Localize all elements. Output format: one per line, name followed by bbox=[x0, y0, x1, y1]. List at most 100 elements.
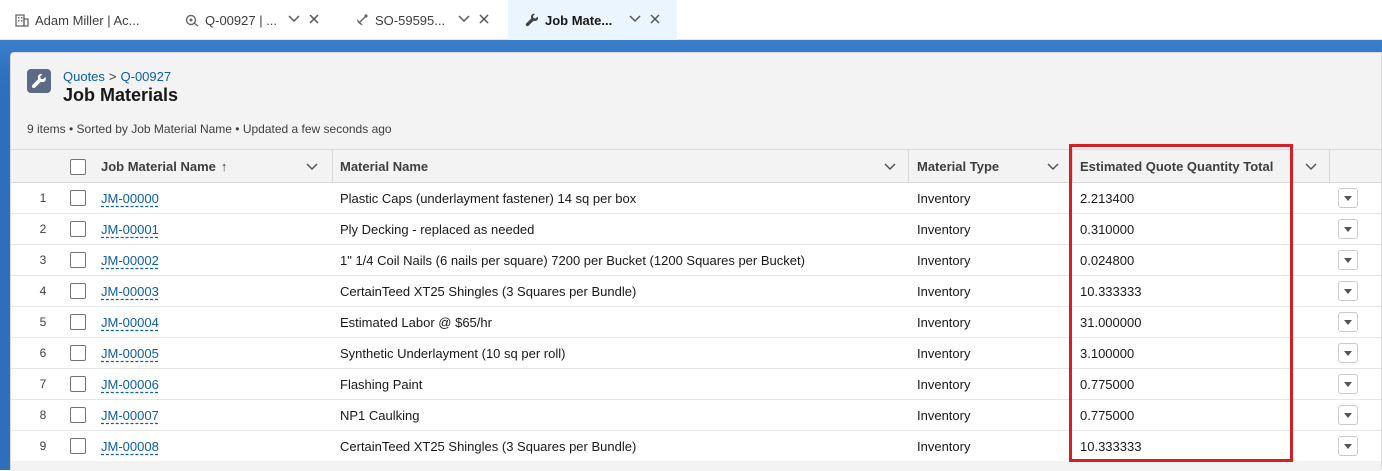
column-header-material-name[interactable]: Material Name bbox=[340, 150, 910, 183]
job-material-link[interactable]: JM-00005 bbox=[101, 346, 159, 361]
material-name-cell: CertainTeed XT25 Shingles (3 Squares per… bbox=[340, 283, 637, 299]
column-header-material-type[interactable]: Material Type bbox=[917, 150, 1072, 183]
estimated-quantity-cell: 10.333333 bbox=[1080, 283, 1142, 299]
material-type-cell: Inventory bbox=[917, 221, 971, 237]
row-select-checkbox[interactable] bbox=[70, 183, 86, 213]
tab-quote[interactable]: Q-00927 | ... bbox=[168, 0, 338, 40]
chevron-down-icon[interactable] bbox=[287, 12, 301, 26]
row-actions-button[interactable] bbox=[1338, 214, 1358, 244]
table-row: 3 JM-00002 1" 1/4 Coil Nails (6 nails pe… bbox=[11, 245, 1381, 276]
row-number: 6 bbox=[39, 346, 47, 360]
job-material-name-cell: JM-00003 bbox=[101, 276, 159, 306]
material-type-cell: Inventory bbox=[917, 190, 971, 206]
chevron-down-icon bbox=[1344, 195, 1352, 201]
column-divider[interactable] bbox=[1072, 150, 1073, 183]
chevron-down-icon bbox=[1344, 319, 1352, 325]
row-actions-button[interactable] bbox=[1338, 276, 1358, 306]
row-select-checkbox[interactable] bbox=[70, 307, 86, 337]
material-type-cell: Inventory bbox=[917, 376, 971, 392]
row-number: 8 bbox=[39, 408, 47, 422]
table-row: 8 JM-00007 NP1 Caulking Inventory 0.7750… bbox=[11, 400, 1381, 431]
row-select-checkbox[interactable] bbox=[70, 400, 86, 430]
job-material-name-cell: JM-00001 bbox=[101, 214, 159, 244]
column-header-estimated-quote-quantity-total[interactable]: Estimated Quote Quantity Total bbox=[1080, 150, 1330, 183]
column-divider[interactable] bbox=[1329, 150, 1330, 183]
chevron-down-icon[interactable] bbox=[1046, 160, 1060, 174]
estimated-quantity-cell: 0.024800 bbox=[1080, 252, 1135, 268]
row-actions-button[interactable] bbox=[1338, 245, 1358, 275]
chevron-down-icon[interactable] bbox=[457, 12, 471, 26]
row-actions-button[interactable] bbox=[1338, 183, 1358, 213]
chevron-down-icon bbox=[1344, 226, 1352, 232]
job-material-name-cell: JM-00002 bbox=[101, 245, 159, 275]
column-label: Job Material Name bbox=[101, 159, 216, 174]
job-material-link[interactable]: JM-00004 bbox=[101, 315, 159, 330]
row-select-checkbox[interactable] bbox=[70, 431, 86, 461]
table-row: 9 JM-00008 CertainTeed XT25 Shingles (3 … bbox=[11, 431, 1381, 462]
select-all-checkbox[interactable] bbox=[70, 150, 86, 183]
breadcrumb-separator: > bbox=[108, 69, 117, 84]
breadcrumb-record-link[interactable]: Q-00927 bbox=[121, 69, 172, 84]
table-row: 2 JM-00001 Ply Decking - replaced as nee… bbox=[11, 214, 1381, 245]
tab-job-materials[interactable]: Job Mate... bbox=[508, 0, 677, 40]
row-select-checkbox[interactable] bbox=[70, 338, 86, 368]
chevron-down-icon bbox=[1344, 381, 1352, 387]
tab-label: SO-59595... bbox=[375, 12, 446, 28]
job-material-link[interactable]: JM-00002 bbox=[101, 253, 159, 268]
row-actions-button[interactable] bbox=[1338, 338, 1358, 368]
row-select-checkbox[interactable] bbox=[70, 369, 86, 399]
material-type-cell: Inventory bbox=[917, 407, 971, 423]
estimated-quantity-cell: 31.000000 bbox=[1080, 314, 1142, 330]
job-material-link[interactable]: JM-00003 bbox=[101, 284, 159, 299]
estimated-quantity-cell: 2.213400 bbox=[1080, 190, 1135, 206]
job-material-link[interactable]: JM-00001 bbox=[101, 222, 159, 237]
row-actions-button[interactable] bbox=[1338, 307, 1358, 337]
chevron-down-icon[interactable] bbox=[305, 160, 319, 174]
tab-account[interactable]: Adam Miller | Ac... bbox=[0, 0, 168, 40]
row-select-checkbox[interactable] bbox=[70, 214, 86, 244]
job-material-link[interactable]: JM-00000 bbox=[101, 191, 159, 206]
estimated-quantity-cell: 3.100000 bbox=[1080, 345, 1135, 361]
row-number: 7 bbox=[39, 377, 47, 391]
related-list-card: Quotes > Q-00927 Job Materials 9 items • S… bbox=[10, 52, 1382, 471]
material-name-cell: 1" 1/4 Coil Nails (6 nails per square) 7… bbox=[340, 252, 805, 268]
row-number: 1 bbox=[39, 191, 47, 205]
column-header-job-material-name[interactable]: Job Material Name ↑ bbox=[101, 150, 331, 183]
job-material-name-cell: JM-00005 bbox=[101, 338, 159, 368]
column-divider[interactable] bbox=[908, 150, 909, 183]
tab-sales-order[interactable]: SO-59595... bbox=[338, 0, 508, 40]
material-name-cell: Estimated Labor @ $65/hr bbox=[340, 314, 492, 330]
close-icon[interactable] bbox=[477, 12, 491, 26]
close-icon[interactable] bbox=[307, 12, 321, 26]
job-material-link[interactable]: JM-00008 bbox=[101, 439, 159, 454]
breadcrumb-quotes-link[interactable]: Quotes bbox=[63, 69, 105, 84]
table-header: Job Material Name ↑ Material Name Materi… bbox=[11, 149, 1381, 183]
wrench-icon bbox=[27, 69, 51, 93]
job-material-link[interactable]: JM-00007 bbox=[101, 408, 159, 423]
material-type-cell: Inventory bbox=[917, 283, 971, 299]
row-number: 5 bbox=[39, 315, 47, 329]
row-number: 9 bbox=[39, 439, 47, 453]
estimated-quantity-cell: 0.775000 bbox=[1080, 407, 1135, 423]
material-type-cell: Inventory bbox=[917, 345, 971, 361]
table-row: 4 JM-00003 CertainTeed XT25 Shingles (3 … bbox=[11, 276, 1381, 307]
satellite-icon bbox=[354, 12, 370, 28]
row-actions-button[interactable] bbox=[1338, 369, 1358, 399]
job-material-link[interactable]: JM-00006 bbox=[101, 377, 159, 392]
row-actions-button[interactable] bbox=[1338, 431, 1358, 461]
chevron-down-icon[interactable] bbox=[883, 160, 897, 174]
job-material-name-cell: JM-00006 bbox=[101, 369, 159, 399]
row-select-checkbox[interactable] bbox=[70, 245, 86, 275]
row-select-checkbox[interactable] bbox=[70, 276, 86, 306]
table-row: 5 JM-00004 Estimated Labor @ $65/hr Inve… bbox=[11, 307, 1381, 338]
row-actions-button[interactable] bbox=[1338, 400, 1358, 430]
material-type-cell: Inventory bbox=[917, 438, 971, 454]
tab-label: Adam Miller | Ac... bbox=[35, 12, 140, 28]
column-divider[interactable] bbox=[332, 150, 333, 183]
job-material-name-cell: JM-00000 bbox=[101, 183, 159, 213]
material-name-cell: Plastic Caps (underlayment fastener) 14 … bbox=[340, 190, 637, 206]
row-number: 2 bbox=[39, 222, 47, 236]
chevron-down-icon[interactable] bbox=[628, 12, 642, 26]
chevron-down-icon[interactable] bbox=[1304, 160, 1318, 174]
close-icon[interactable] bbox=[648, 12, 662, 26]
